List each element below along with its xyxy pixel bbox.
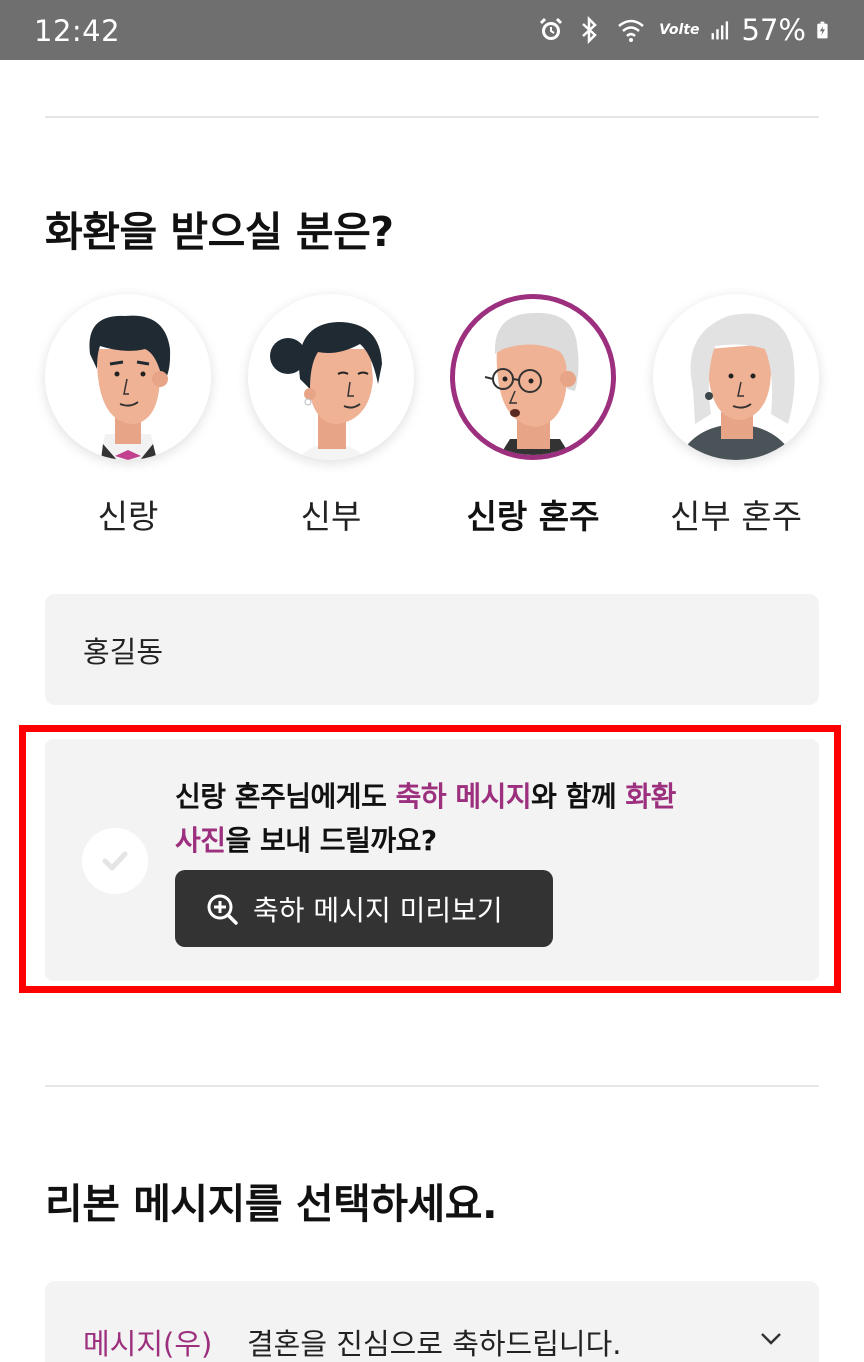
bride-parent-avatar[interactable] xyxy=(653,294,819,460)
wifi-icon xyxy=(618,19,644,42)
recipient-option-bride-parent[interactable]: 신부 혼주 xyxy=(653,294,819,538)
groom-parent-illustration-icon xyxy=(484,312,579,455)
recipient-label-bride: 신부 xyxy=(300,497,362,536)
bride-parent-illustration-icon xyxy=(678,313,795,460)
ribbon-section-title: 리본 메시지를 선택하세요. xyxy=(45,1180,498,1228)
ribbon-message-select[interactable]: 메시지(우) 결혼을 진심으로 축하드립니다. xyxy=(45,1281,819,1362)
bluetooth-icon xyxy=(582,16,597,44)
highlight-frame xyxy=(19,725,841,993)
bride-illustration-icon xyxy=(270,322,382,460)
recipient-option-bride[interactable]: 신부 xyxy=(248,294,414,538)
divider xyxy=(45,1085,819,1087)
signal-icon xyxy=(711,21,728,40)
recipient-selector: 신랑 신부 신랑 혼주 신부 혼주 xyxy=(45,294,819,536)
ribbon-message-value: 결혼을 진심으로 축하드립니다. xyxy=(247,1327,622,1361)
recipient-label-groom-parent: 신랑 혼주 xyxy=(466,497,600,536)
battery-percent: 57% xyxy=(741,13,806,47)
recipient-option-groom-parent[interactable]: 신랑 혼주 xyxy=(450,294,616,538)
recipient-option-groom[interactable]: 신랑 xyxy=(45,294,211,538)
divider xyxy=(45,116,819,118)
recipient-label-bride-parent: 신부 혼주 xyxy=(670,497,802,536)
groom-avatar[interactable] xyxy=(45,294,211,460)
recipient-section-title: 화환을 받으실 분은? xyxy=(45,208,394,256)
volte-icon: Volte xyxy=(659,22,700,38)
bride-avatar[interactable] xyxy=(248,294,414,460)
status-icons: Volte 57% xyxy=(537,13,834,47)
groom-parent-avatar[interactable] xyxy=(450,294,616,460)
recipient-name-input[interactable] xyxy=(83,622,773,678)
chevron-down-icon xyxy=(761,1333,781,1345)
recipient-label-groom: 신랑 xyxy=(97,497,159,536)
groom-illustration-icon xyxy=(89,315,171,460)
recipient-name-field[interactable] xyxy=(45,594,819,705)
battery-icon xyxy=(817,21,828,39)
ribbon-message-tag: 메시지(우) xyxy=(83,1327,213,1361)
status-time: 12:42 xyxy=(34,14,121,48)
alarm-icon xyxy=(540,17,563,40)
status-bar: 12:42 Volte 57% xyxy=(0,0,864,60)
